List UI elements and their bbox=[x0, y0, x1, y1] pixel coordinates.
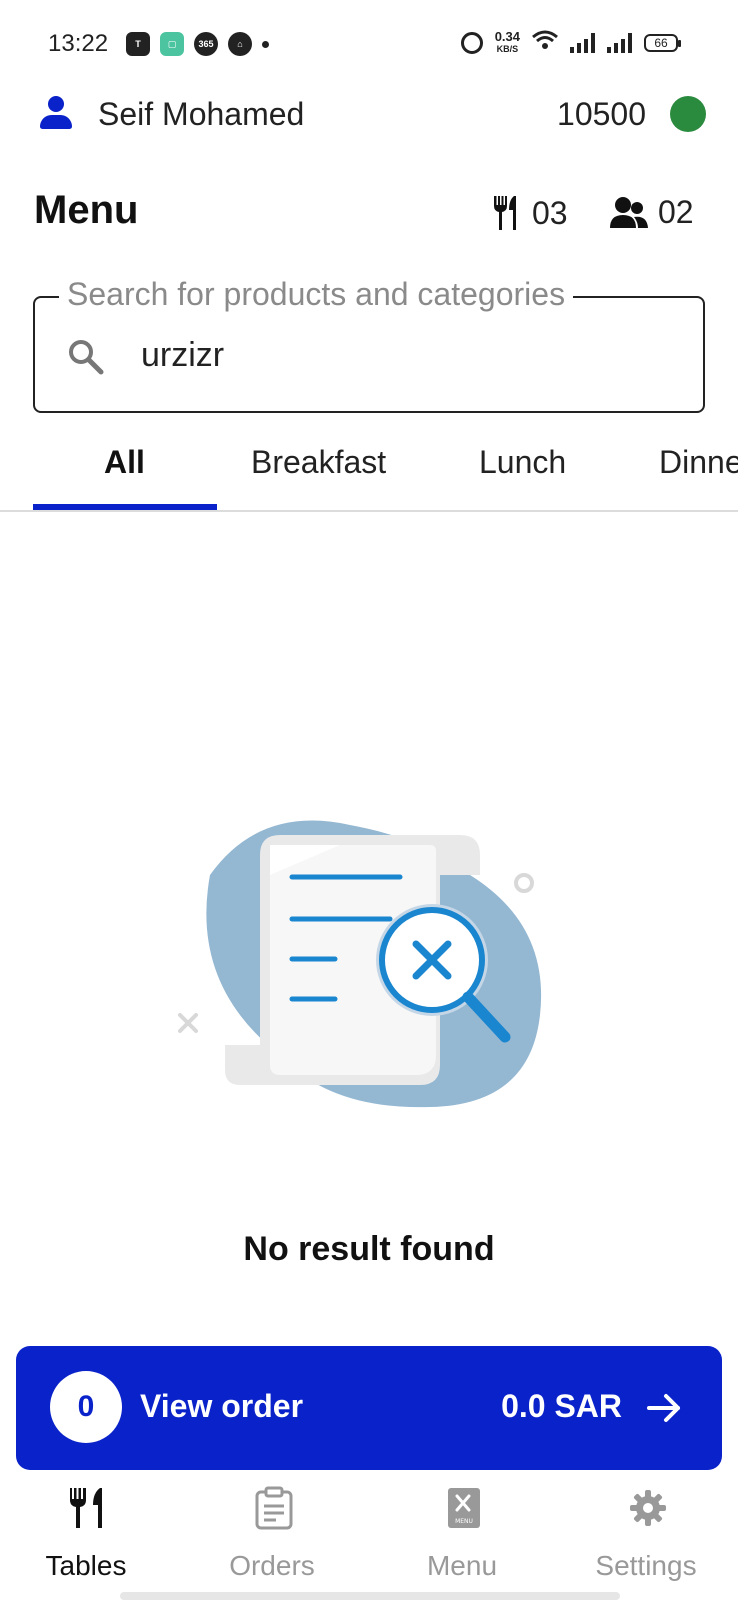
order-item-count: 0 bbox=[50, 1371, 122, 1443]
nav-tables-label: Tables bbox=[45, 1550, 127, 1581]
active-tab-indicator bbox=[33, 504, 217, 510]
guests-count: 02 bbox=[658, 194, 694, 230]
view-order-label: View order bbox=[140, 1388, 304, 1424]
alarm-icon bbox=[460, 32, 483, 54]
tab-all[interactable]: All bbox=[104, 444, 145, 481]
category-tabs: All Breakfast Lunch Dinner bbox=[0, 430, 738, 512]
tables-count-stat: 03 bbox=[492, 194, 568, 232]
search-input[interactable]: Search for products and categories urziz… bbox=[33, 276, 705, 413]
signal-icon-1 bbox=[570, 33, 595, 53]
page-title: Menu bbox=[34, 188, 139, 232]
user-row: Seif Mohamed 10500 bbox=[0, 92, 738, 138]
order-total: 0.0 SAR bbox=[501, 1388, 622, 1424]
menu-title-row: Menu 03 02 bbox=[0, 184, 738, 244]
nav-orders[interactable]: Orders bbox=[180, 1478, 364, 1590]
net-speed-unit: KB/S bbox=[496, 44, 519, 54]
nav-settings-label: Settings bbox=[595, 1550, 697, 1581]
system-icons: 0.34 KB/S 66 bbox=[460, 29, 681, 56]
nav-settings[interactable]: Settings bbox=[554, 1478, 738, 1590]
user-icon bbox=[38, 96, 74, 132]
multitask-icon: ▢ bbox=[160, 32, 184, 56]
net-speed-value: 0.34 bbox=[494, 29, 520, 44]
arrow-right-icon bbox=[647, 1394, 680, 1422]
view-order-button[interactable]: 0 View order 0.0 SAR bbox=[16, 1346, 722, 1470]
tables-count: 03 bbox=[532, 194, 568, 231]
nav-menu-label: Menu bbox=[426, 1550, 498, 1581]
tab-dinner[interactable]: Dinner bbox=[659, 444, 738, 481]
guests-icon bbox=[610, 196, 648, 228]
tab-breakfast[interactable]: Breakfast bbox=[251, 444, 386, 481]
status-bar: 13:22 T ▢ 365 ⌂ 0.34 KB/S 66 bbox=[0, 0, 738, 92]
nav-orders-label: Orders bbox=[229, 1550, 315, 1581]
gear-icon bbox=[630, 1490, 666, 1526]
menu-book-icon: MENU bbox=[448, 1488, 480, 1528]
bottom-nav: Tables Orders MENU Menu Settings bbox=[0, 1478, 738, 1600]
empty-state-message: No result found bbox=[243, 1230, 495, 1268]
user-name: Seif Mohamed bbox=[98, 96, 305, 132]
teams-icon: T bbox=[126, 32, 150, 56]
battery-icon: 66 bbox=[644, 34, 681, 52]
nav-tables[interactable]: Tables bbox=[0, 1478, 178, 1590]
net-speed: 0.34 KB/S bbox=[494, 29, 520, 55]
balance: 10500 bbox=[557, 96, 646, 132]
menu-icon-caption: MENU bbox=[455, 1518, 473, 1525]
guests-count-stat: 02 bbox=[610, 194, 694, 231]
no-results-illustration bbox=[178, 820, 542, 1108]
clipboard-icon bbox=[255, 1486, 293, 1530]
search-icon bbox=[69, 340, 104, 375]
tab-lunch[interactable]: Lunch bbox=[479, 444, 566, 481]
status-indicator bbox=[670, 96, 706, 132]
search-placeholder: Search for products and categories bbox=[59, 276, 574, 313]
365-icon: 365 bbox=[194, 32, 218, 56]
status-time: 13:22 bbox=[48, 30, 109, 57]
cutlery-icon bbox=[494, 196, 516, 230]
notification-icons: T ▢ 365 ⌂ bbox=[126, 32, 269, 56]
wifi-icon bbox=[532, 30, 558, 56]
more-notifications-dot bbox=[262, 40, 269, 48]
cutlery-icon bbox=[70, 1488, 102, 1528]
signal-icon-2 bbox=[607, 33, 632, 53]
search-value[interactable]: urzizr bbox=[141, 336, 224, 375]
mosque-icon: ⌂ bbox=[228, 32, 252, 56]
nav-menu[interactable]: MENU Menu bbox=[370, 1478, 554, 1590]
home-indicator bbox=[120, 1592, 620, 1600]
